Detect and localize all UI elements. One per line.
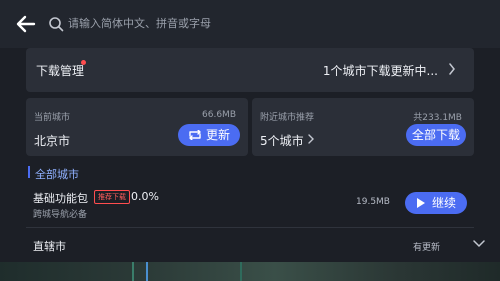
refresh-icon: [189, 130, 201, 140]
all-cities-heading: 全部城市: [35, 168, 79, 181]
basic-package-progress: 0.0%: [131, 190, 159, 203]
nearby-cities-card: 附近城市推荐 共233.1MB 5个城市 全部下载: [252, 98, 474, 156]
map-road: [240, 262, 242, 281]
map-road: [146, 262, 148, 281]
nearby-label: 附近城市推荐: [260, 113, 315, 123]
section-accent-bar: [28, 166, 30, 178]
search-input[interactable]: 请输入简体中文、拼音或字母: [68, 16, 211, 32]
update-button[interactable]: 更新: [178, 124, 240, 146]
nearby-count-link[interactable]: 5个城市: [260, 132, 304, 149]
download-manager-title: 下载管理: [36, 64, 85, 78]
divider: [26, 227, 474, 228]
current-city-name: 北京市: [34, 134, 71, 148]
download-all-label: 全部下载: [411, 128, 460, 142]
current-city-size: 66.6MB: [202, 110, 236, 120]
top-bar: 请输入简体中文、拼音或字母: [0, 0, 500, 48]
basic-package-size: 19.5MB: [356, 197, 390, 207]
continue-button[interactable]: 继续: [405, 192, 467, 214]
continue-button-label: 继续: [431, 196, 456, 210]
municipality-update-status: 有更新: [413, 243, 441, 253]
chevron-right-icon: [308, 134, 314, 144]
notification-dot: [81, 60, 86, 65]
municipality-row-title[interactable]: 直辖市: [33, 238, 66, 254]
play-icon: [416, 198, 425, 208]
current-city-card: 当前城市 66.6MB 北京市 更新: [26, 98, 248, 156]
chevron-down-icon[interactable]: [473, 240, 485, 248]
map-road: [132, 262, 134, 281]
search-icon: [49, 17, 64, 32]
back-arrow-icon[interactable]: [14, 12, 38, 36]
chevron-right-icon: [449, 63, 455, 75]
basic-package-name: 基础功能包: [33, 192, 88, 205]
download-status-text: 1个城市下载更新中...: [322, 64, 438, 78]
basic-package-subtitle: 跨城导航必备: [33, 210, 88, 220]
download-all-button[interactable]: 全部下载: [406, 124, 466, 146]
download-manager-row[interactable]: 下载管理 1个城市下载更新中...: [26, 48, 474, 92]
recommended-badge: 推荐下载: [94, 190, 130, 204]
current-city-label: 当前城市: [34, 113, 71, 123]
update-button-label: 更新: [205, 128, 230, 142]
map-background-strip: [0, 262, 500, 281]
nearby-size: 共233.1MB: [413, 113, 462, 123]
